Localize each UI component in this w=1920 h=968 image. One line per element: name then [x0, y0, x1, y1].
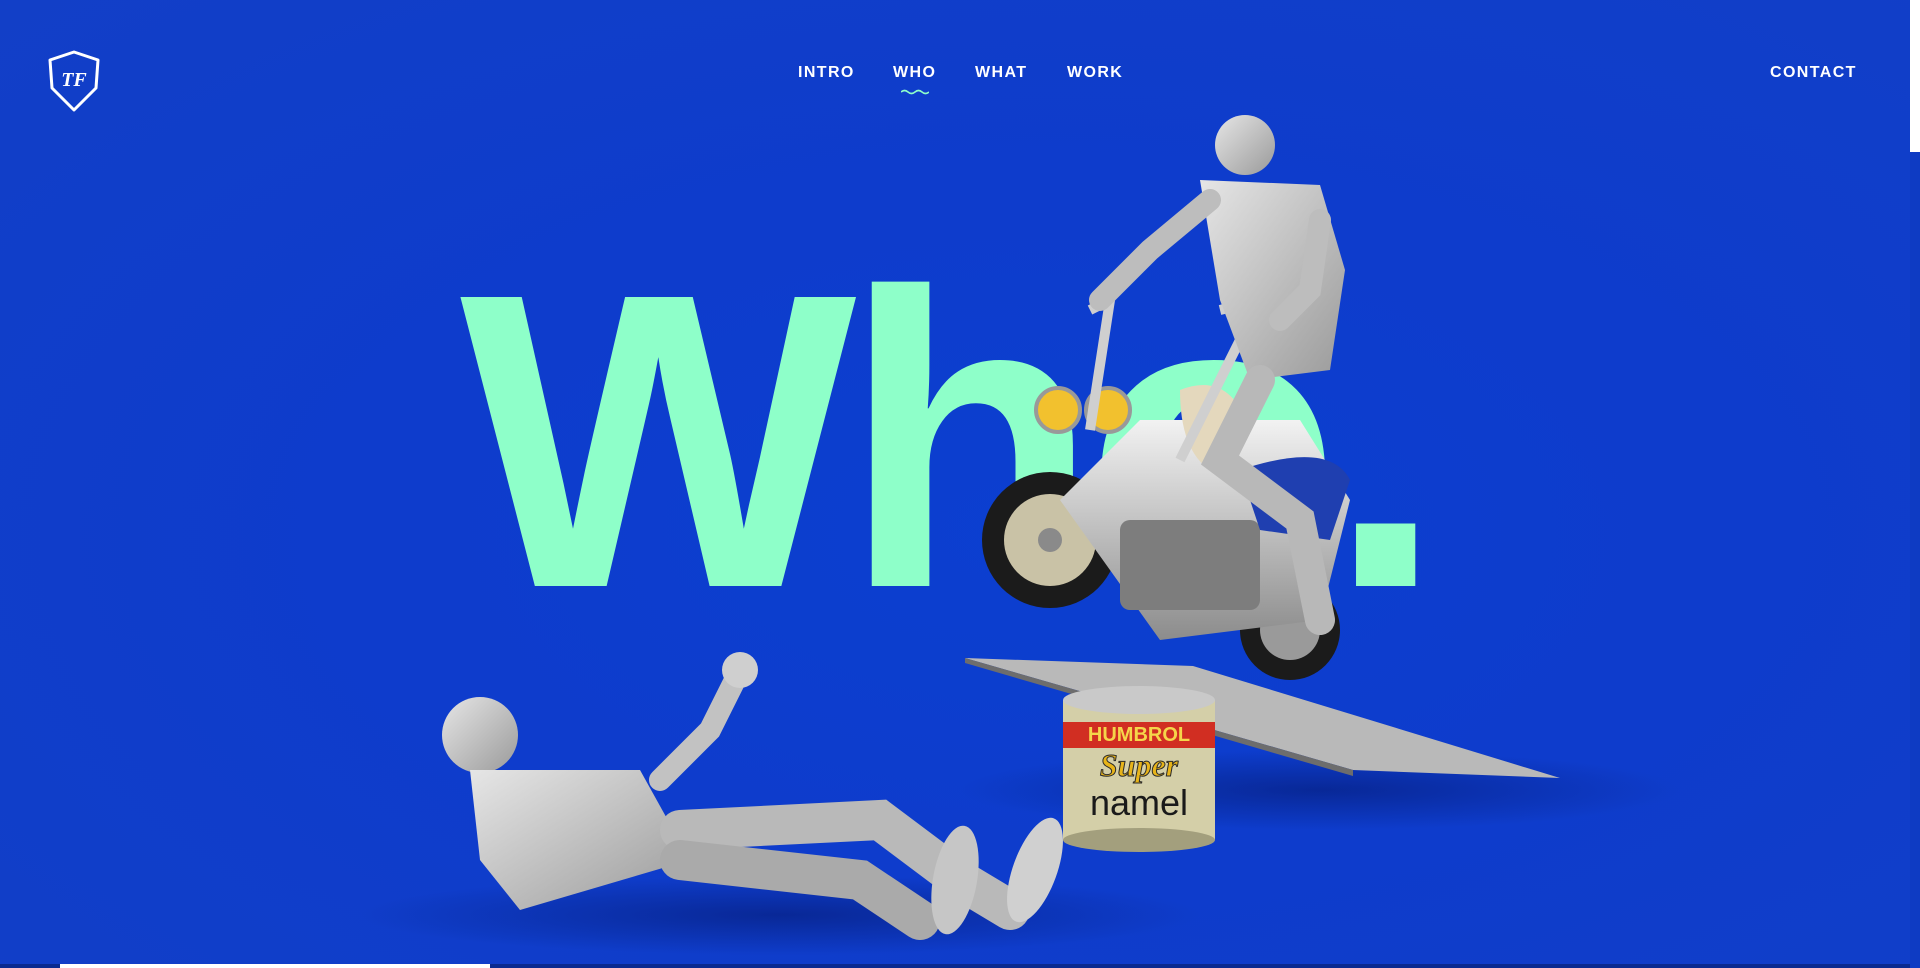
paint-tin-line1: Super [1100, 747, 1179, 783]
progress-bar [60, 964, 490, 968]
paint-tin-line2: namel [1090, 782, 1188, 823]
hero-section: TF INTRO WHO WHAT WORK CONTACT Who. HUMB… [0, 0, 1910, 968]
scrollbar-thumb[interactable] [1910, 0, 1920, 152]
paint-tin-brand: HUMBROL [1088, 724, 1190, 746]
paint-tin: HUMBROL Super namel [1063, 686, 1215, 852]
figurine-scene-illustration: HUMBROL Super namel [360, 115, 1680, 955]
